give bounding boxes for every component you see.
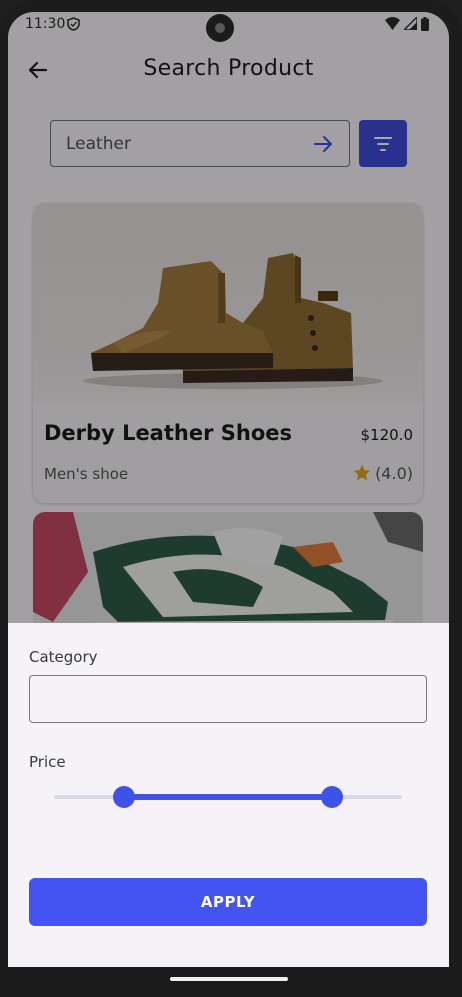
modal-scrim[interactable]	[8, 12, 449, 623]
apply-button[interactable]: APPLY	[29, 878, 427, 926]
system-navigation-bar	[0, 967, 462, 997]
device-frame: 11:30 Search Product Leather Derby Leath…	[0, 0, 462, 997]
front-camera	[206, 14, 234, 42]
price-range-slider[interactable]	[54, 782, 402, 812]
price-label: Price	[29, 753, 66, 771]
app-screen: 11:30 Search Product Leather Derby Leath…	[8, 12, 449, 967]
slider-thumb-min[interactable]	[113, 786, 135, 808]
slider-active-track	[124, 794, 332, 800]
category-input[interactable]	[29, 675, 427, 723]
category-label: Category	[29, 648, 98, 666]
home-indicator[interactable]	[170, 977, 288, 981]
slider-thumb-max[interactable]	[321, 786, 343, 808]
